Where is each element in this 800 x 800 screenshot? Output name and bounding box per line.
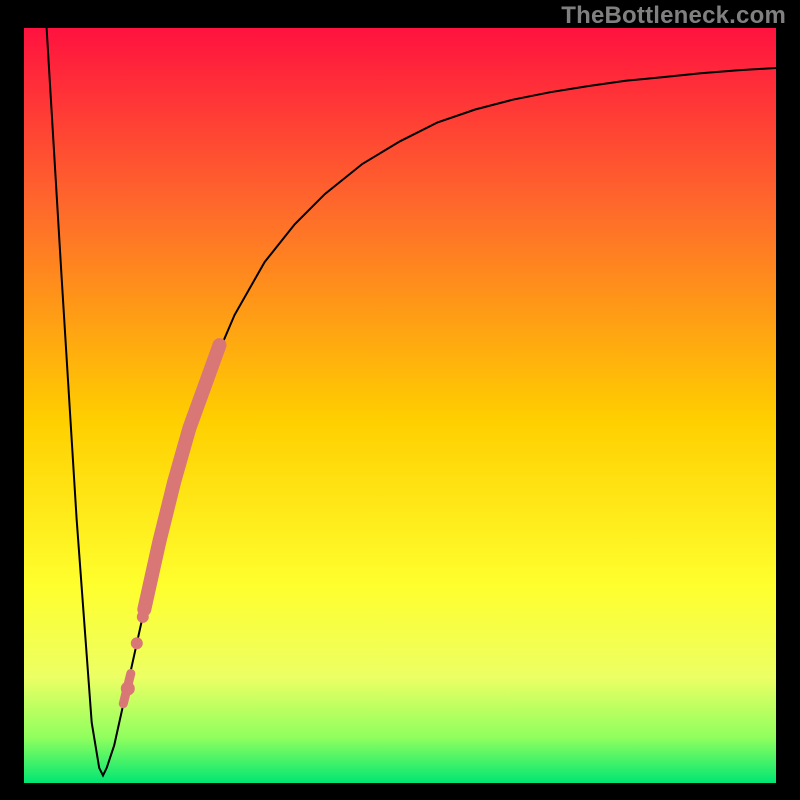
highlight-dot-1 <box>131 637 143 649</box>
highlight-dot-2 <box>137 611 149 623</box>
watermark-text: TheBottleneck.com <box>561 2 786 30</box>
highlight-dot-3 <box>121 682 135 696</box>
bottleneck-chart <box>0 0 800 800</box>
